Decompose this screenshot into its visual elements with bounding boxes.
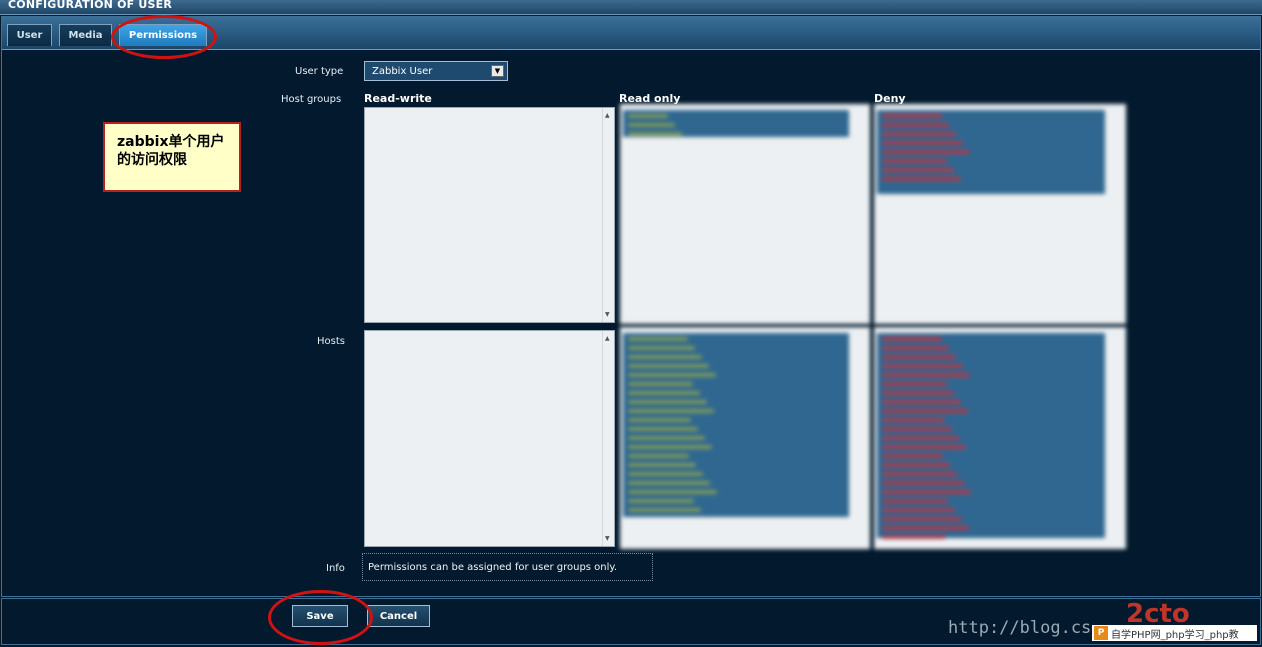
list-item[interactable] [882, 499, 948, 503]
watermark-brand-text: 自学PHP网_php学习_php教 [1111, 630, 1239, 641]
window-title-bar: CONFIGURATION OF USER [0, 0, 1262, 15]
list-item[interactable] [628, 123, 675, 127]
list-item[interactable] [882, 337, 942, 341]
list-item[interactable] [628, 418, 691, 422]
list-item[interactable] [882, 177, 961, 181]
list-item[interactable] [882, 490, 971, 494]
list-item[interactable] [882, 159, 947, 163]
info-label: Info [326, 563, 345, 574]
list-item[interactable] [882, 391, 954, 395]
site-logo: 2cto [1126, 600, 1190, 626]
list-item[interactable] [882, 463, 950, 467]
user-type-select[interactable]: Zabbix User ▼ [364, 61, 508, 81]
list-item[interactable] [882, 114, 942, 118]
list-item[interactable] [628, 337, 688, 341]
list-item[interactable] [882, 409, 968, 413]
list-item[interactable] [628, 490, 717, 494]
list-item[interactable] [628, 508, 701, 512]
scroll-down-icon[interactable]: ▼ [605, 535, 610, 542]
list-item[interactable] [628, 472, 703, 476]
list-item[interactable] [882, 427, 952, 431]
list-item[interactable] [882, 472, 957, 476]
list-item[interactable] [628, 355, 702, 359]
list-item[interactable] [882, 517, 962, 521]
scrollbar[interactable]: ▲ ▼ [602, 108, 614, 322]
scroll-up-icon[interactable]: ▲ [605, 112, 610, 119]
list-item[interactable] [882, 346, 949, 350]
list-item[interactable] [882, 150, 970, 154]
annotation-note: zabbix单个用户的访问权限 [103, 122, 241, 192]
list-item[interactable] [882, 445, 966, 449]
list-item[interactable] [882, 454, 943, 458]
info-text: Permissions can be assigned for user gro… [368, 562, 618, 573]
annotation-ring-permissions [111, 15, 217, 59]
list-item[interactable] [628, 400, 707, 404]
tab-user[interactable]: User [7, 24, 52, 46]
list-item[interactable] [628, 382, 693, 386]
list-item[interactable] [628, 436, 705, 440]
php-logo-icon: P [1094, 626, 1108, 640]
list-item[interactable] [882, 535, 946, 539]
user-type-value: Zabbix User [372, 66, 433, 77]
list-item[interactable] [628, 481, 710, 485]
hosts-read-only-list[interactable] [620, 327, 870, 549]
list-item[interactable] [628, 499, 694, 503]
list-item[interactable] [628, 463, 696, 467]
tab-media[interactable]: Media [59, 24, 112, 46]
list-item[interactable] [628, 391, 700, 395]
hosts-label: Hosts [317, 336, 345, 347]
host-groups-label: Host groups [281, 94, 342, 105]
list-item[interactable] [882, 481, 964, 485]
list-item[interactable] [882, 123, 949, 127]
host-groups-read-write-list[interactable]: ▲ ▼ [364, 107, 615, 323]
watermark-brand: P 自学PHP网_php学习_php教 [1092, 625, 1257, 641]
column-read-write: Read-write [364, 92, 432, 105]
list-item[interactable] [628, 427, 698, 431]
annotation-ring-save [268, 590, 373, 645]
scrollbar[interactable]: ▲ ▼ [602, 331, 614, 546]
list-item[interactable] [882, 382, 947, 386]
info-box: Permissions can be assigned for user gro… [362, 553, 653, 581]
list-item[interactable] [882, 141, 963, 145]
list-item[interactable] [882, 355, 956, 359]
list-item[interactable] [628, 132, 682, 136]
list-item[interactable] [628, 346, 695, 350]
list-item[interactable] [628, 373, 716, 377]
list-item[interactable] [628, 364, 709, 368]
list-item[interactable] [628, 409, 714, 413]
watermark-url: http://blog.cs [948, 618, 1092, 638]
scroll-up-icon[interactable]: ▲ [605, 335, 610, 342]
host-groups-read-only-list[interactable] [620, 104, 870, 324]
list-item[interactable] [628, 445, 712, 449]
list-item[interactable] [882, 373, 970, 377]
list-item[interactable] [882, 168, 954, 172]
list-item[interactable] [882, 418, 945, 422]
window-title: CONFIGURATION OF USER [8, 0, 173, 11]
annotation-text: zabbix单个用户的访问权限 [117, 134, 225, 168]
hosts-read-write-list[interactable]: ▲ ▼ [364, 330, 615, 547]
svg-text:2cto: 2cto [1126, 600, 1190, 626]
cancel-button[interactable]: Cancel [367, 605, 430, 627]
host-groups-deny-list[interactable] [874, 104, 1126, 324]
list-item[interactable] [628, 114, 668, 118]
list-item[interactable] [628, 454, 689, 458]
user-type-label: User type [295, 66, 344, 77]
hosts-deny-list[interactable] [874, 327, 1126, 549]
list-item[interactable] [882, 436, 959, 440]
scroll-down-icon[interactable]: ▼ [605, 311, 610, 318]
list-item[interactable] [882, 508, 955, 512]
list-item[interactable] [882, 526, 969, 530]
list-item[interactable] [882, 364, 963, 368]
chevron-down-icon[interactable]: ▼ [491, 65, 504, 77]
list-item[interactable] [882, 132, 956, 136]
list-item[interactable] [882, 400, 961, 404]
